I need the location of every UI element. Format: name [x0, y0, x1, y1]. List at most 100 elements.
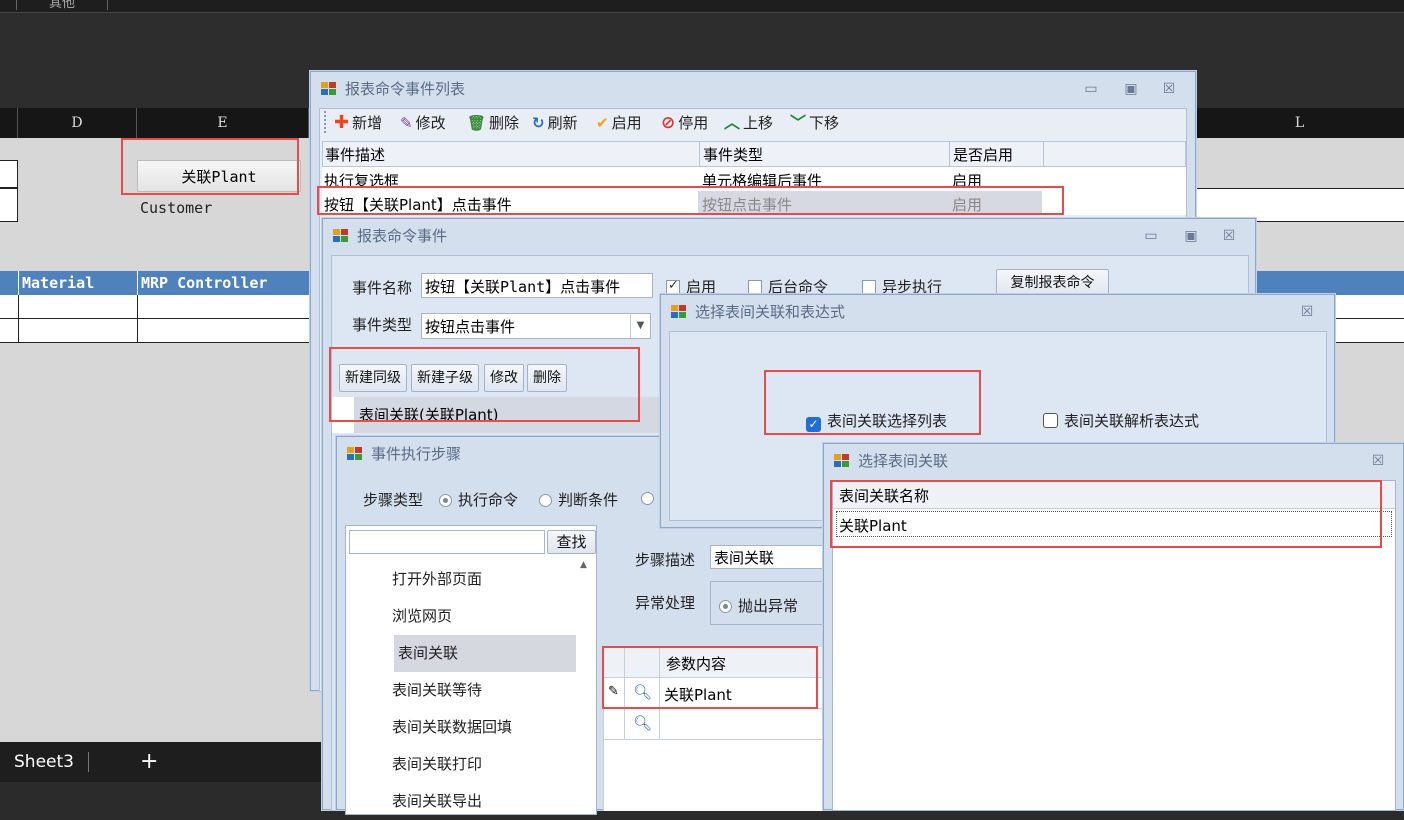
link-row[interactable]: 关联Plant	[836, 511, 1392, 537]
minimize-icon[interactable]: ▭	[1081, 80, 1101, 98]
radio-icon	[719, 600, 732, 613]
tree-item-selected[interactable]: 表间关联(关联Plant)	[354, 397, 660, 433]
checkbox-icon	[862, 280, 876, 294]
copy-command-button[interactable]: 复制报表命令	[996, 269, 1109, 297]
event-name-input[interactable]: 按钮【关联Plant】点击事件	[421, 273, 653, 298]
new-child-button[interactable]: 新建子级	[411, 364, 479, 392]
up-icon: ︿	[724, 113, 741, 132]
pencil-icon: ✎	[608, 684, 619, 699]
checkbox-icon	[666, 278, 680, 294]
link-plant-sheet-button[interactable]: 关联Plant	[137, 160, 301, 192]
app-icon	[834, 454, 850, 468]
select-link-titlebar: 选择表间关联	[824, 444, 1403, 478]
column-header-e[interactable]: E	[137, 108, 309, 138]
list-item-selected[interactable]: 表间关联	[398, 635, 458, 672]
close-icon[interactable]: ☒	[1368, 452, 1388, 470]
toolbar-refresh-button[interactable]: ↻ 刷新	[532, 111, 578, 135]
close-icon[interactable]: ☒	[1297, 303, 1317, 321]
table-row-selected[interactable]: 按钮【关联Plant】点击事件 按钮点击事件 启用	[322, 191, 1186, 215]
radio-condition[interactable]: 判断条件	[539, 489, 618, 510]
select-link-window: 选择表间关联 ☒ 表间关联名称 关联Plant	[823, 443, 1404, 811]
app-icon	[321, 82, 337, 96]
minimize-icon[interactable]: ▭	[1141, 227, 1161, 245]
radio-exec-command[interactable]: 执行命令	[439, 489, 518, 510]
app-icon	[333, 229, 349, 243]
check-icon: ✔	[596, 114, 609, 132]
error-handling-group: 抛出异常	[710, 581, 836, 625]
radio-throw-error[interactable]: 抛出异常	[719, 595, 798, 616]
column-header-c[interactable]	[0, 108, 18, 138]
event-name-label: 事件名称	[352, 279, 413, 297]
list-item[interactable]: 表间关联数据回填	[392, 709, 512, 746]
search-icon[interactable]: 🔍︎	[633, 714, 652, 732]
plus-icon: ✚	[334, 112, 350, 133]
top-bar: 其他	[0, 0, 1404, 12]
step-type-label: 步骤类型	[363, 491, 424, 509]
maximize-icon[interactable]: ▣	[1121, 80, 1141, 98]
app-icon	[671, 305, 687, 319]
toolbar-enable-button[interactable]: ✔ 启用	[596, 111, 642, 135]
refresh-icon: ↻	[532, 114, 545, 132]
app-icon	[347, 447, 363, 461]
down-icon: ﹀	[790, 113, 807, 132]
toolbar-add-button[interactable]: ✚ 新增	[334, 111, 382, 135]
list-item[interactable]: 打开外部页面	[392, 561, 482, 598]
add-sheet-button[interactable]: +	[140, 742, 158, 782]
step-desc-input[interactable]: 表间关联	[710, 545, 836, 569]
option-link-expression[interactable]: 表间关联解析表达式	[1043, 410, 1199, 431]
error-handling-label: 异常处理	[635, 594, 696, 612]
select-expr-titlebar: 选择表间关联和表达式	[661, 295, 1334, 329]
table-row[interactable]: 执行复选框 单元格编辑后事件 启用	[322, 167, 1186, 191]
column-header-d[interactable]: D	[18, 108, 137, 138]
toolbar-disable-button[interactable]: ⊘ 停用	[661, 111, 708, 135]
param-row[interactable]: ✎ 🔍︎ 关联Plant	[604, 678, 838, 709]
header-enabled[interactable]: 是否启用	[953, 144, 1013, 165]
toolbar-move-down-button[interactable]: ﹀ 下移	[790, 111, 839, 135]
radio-icon	[439, 494, 452, 507]
option-link-list[interactable]: ✓ 表间关联选择列表	[806, 410, 947, 432]
new-sibling-button[interactable]: 新建同级	[339, 364, 407, 392]
tree-delete-button[interactable]: 删除	[527, 364, 567, 392]
list-item[interactable]: 表间关联等待	[392, 672, 482, 709]
param-grid: 参数内容 ✎ 🔍︎ 关联Plant 🔍︎	[603, 647, 838, 811]
list-item[interactable]: 表间关联导出	[392, 783, 482, 820]
toolbar-edit-button[interactable]: ✎ 修改	[400, 111, 446, 135]
header-event-desc[interactable]: 事件描述	[325, 144, 385, 165]
event-type-select[interactable]: 按钮点击事件 ▼	[421, 313, 651, 339]
radio-other[interactable]	[641, 489, 660, 507]
list-item[interactable]: 浏览网页	[392, 598, 452, 635]
menu-other[interactable]: 其他	[16, 0, 108, 11]
data-rows	[0, 295, 310, 343]
param-header: 参数内容	[666, 655, 727, 673]
header-mrp-controller: MRP Controller	[137, 271, 309, 295]
customer-cell: Customer	[140, 199, 213, 217]
close-icon[interactable]: ☒	[1159, 80, 1179, 98]
step-desc-label: 步骤描述	[635, 551, 696, 569]
step-search-button[interactable]: 查找	[547, 530, 596, 554]
grid-header: 事件描述 事件类型 是否启用	[322, 141, 1186, 167]
checkbox-icon	[1043, 413, 1058, 428]
column-header-l[interactable]: L	[1195, 108, 1404, 138]
event-type-label: 事件类型	[352, 316, 413, 334]
search-icon[interactable]: 🔍︎	[633, 683, 652, 701]
cell[interactable]	[0, 160, 18, 188]
toolbar-delete-button[interactable]: 🗑 删除	[467, 111, 519, 135]
scroll-up-icon[interactable]: ▲	[580, 560, 587, 570]
cell[interactable]	[1195, 188, 1404, 222]
cell[interactable]	[0, 188, 18, 222]
step-command-list: 查找 ▲ 打开外部页面 浏览网页 表间关联 表间关联等待 表间关联数据回填 表间…	[345, 525, 597, 815]
maximize-icon[interactable]: ▣	[1181, 227, 1201, 245]
list-item[interactable]: 表间关联打印	[392, 746, 482, 783]
event-list-title: 报表命令事件列表	[345, 80, 466, 98]
close-icon[interactable]: ☒	[1219, 227, 1239, 245]
radio-icon	[539, 494, 552, 507]
step-search-input[interactable]	[349, 530, 545, 554]
tree-edit-button[interactable]: 修改	[484, 364, 524, 392]
chevron-down-icon[interactable]: ▼	[630, 314, 650, 338]
param-row-new[interactable]: 🔍︎	[604, 709, 838, 740]
toolbar-move-up-button[interactable]: ︿ 上移	[724, 111, 773, 135]
sheet-tab-sheet3[interactable]: Sheet3	[14, 742, 74, 782]
link-name-header[interactable]: 表间关联名称	[839, 485, 929, 506]
header-event-type[interactable]: 事件类型	[703, 144, 763, 165]
pencil-icon: ✎	[400, 114, 413, 132]
